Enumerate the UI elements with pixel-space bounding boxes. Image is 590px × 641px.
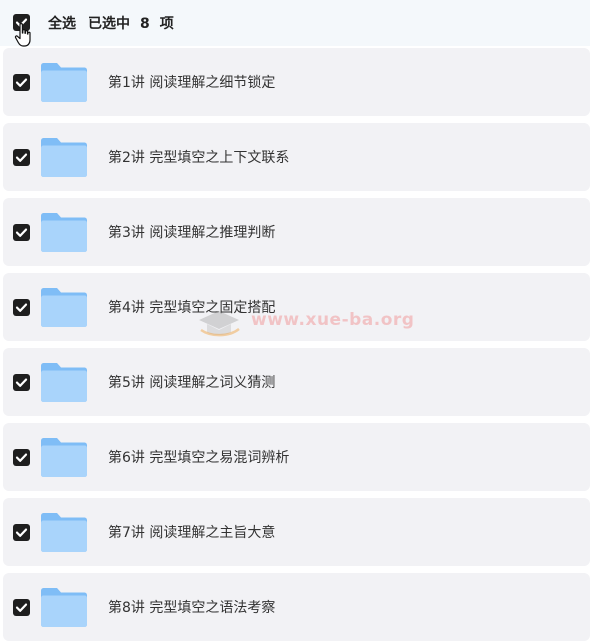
folder-name[interactable]: 第2讲 完型填空之上下文联系 (108, 147, 289, 167)
row-checkbox[interactable] (13, 299, 30, 316)
folder-icon (41, 213, 87, 252)
folder-row[interactable]: 第8讲 完型填空之语法考察 (3, 573, 590, 641)
hand-cursor-icon (14, 23, 31, 47)
folder-row[interactable]: 第3讲 阅读理解之推理判断 (3, 198, 590, 266)
folder-row[interactable]: 第7讲 阅读理解之主旨大意 (3, 498, 590, 566)
selected-count-text: 已选中 8 项 (88, 13, 174, 33)
row-checkbox[interactable] (13, 449, 30, 466)
checkmark-icon (15, 78, 28, 87)
folder-row[interactable]: 第5讲 阅读理解之词义猜测 (3, 348, 590, 416)
folder-name[interactable]: 第3讲 阅读理解之推理判断 (108, 222, 275, 242)
checkmark-icon (15, 453, 28, 462)
selected-prefix: 已选中 (88, 16, 130, 32)
folder-name[interactable]: 第6讲 完型填空之易混词辨析 (108, 447, 289, 467)
checkmark-icon (15, 528, 28, 537)
checkmark-icon (15, 303, 28, 312)
row-checkbox[interactable] (13, 149, 30, 166)
checkmark-icon (15, 378, 28, 387)
folder-icon (41, 63, 87, 102)
folder-row[interactable]: 第6讲 完型填空之易混词辨析 (3, 423, 590, 491)
folder-row[interactable]: 第4讲 完型填空之固定搭配 (3, 273, 590, 341)
row-checkbox[interactable] (13, 224, 30, 241)
folder-icon (41, 588, 87, 627)
select-all-label[interactable]: 全选 (48, 13, 76, 33)
checkmark-icon (15, 153, 28, 162)
row-checkbox[interactable] (13, 374, 30, 391)
folder-name[interactable]: 第7讲 阅读理解之主旨大意 (108, 522, 275, 542)
folder-icon (41, 513, 87, 552)
folder-row[interactable]: 第1讲 阅读理解之细节锁定 (3, 48, 590, 116)
selection-header: 全选 已选中 8 项 (0, 0, 590, 47)
folder-name[interactable]: 第1讲 阅读理解之细节锁定 (108, 72, 275, 92)
folder-icon (41, 138, 87, 177)
folder-icon (41, 438, 87, 477)
selected-count-value: 8 (140, 16, 150, 32)
checkmark-icon (15, 603, 28, 612)
row-checkbox[interactable] (13, 524, 30, 541)
row-checkbox[interactable] (13, 599, 30, 616)
folder-name[interactable]: 第5讲 阅读理解之词义猜测 (108, 372, 275, 392)
folder-row[interactable]: 第2讲 完型填空之上下文联系 (3, 123, 590, 191)
checkmark-icon (15, 228, 28, 237)
folder-name[interactable]: 第4讲 完型填空之固定搭配 (108, 297, 275, 317)
row-checkbox[interactable] (13, 74, 30, 91)
folder-name[interactable]: 第8讲 完型填空之语法考察 (108, 597, 275, 617)
folder-icon (41, 363, 87, 402)
folder-icon (41, 288, 87, 327)
selected-suffix: 项 (159, 16, 174, 32)
